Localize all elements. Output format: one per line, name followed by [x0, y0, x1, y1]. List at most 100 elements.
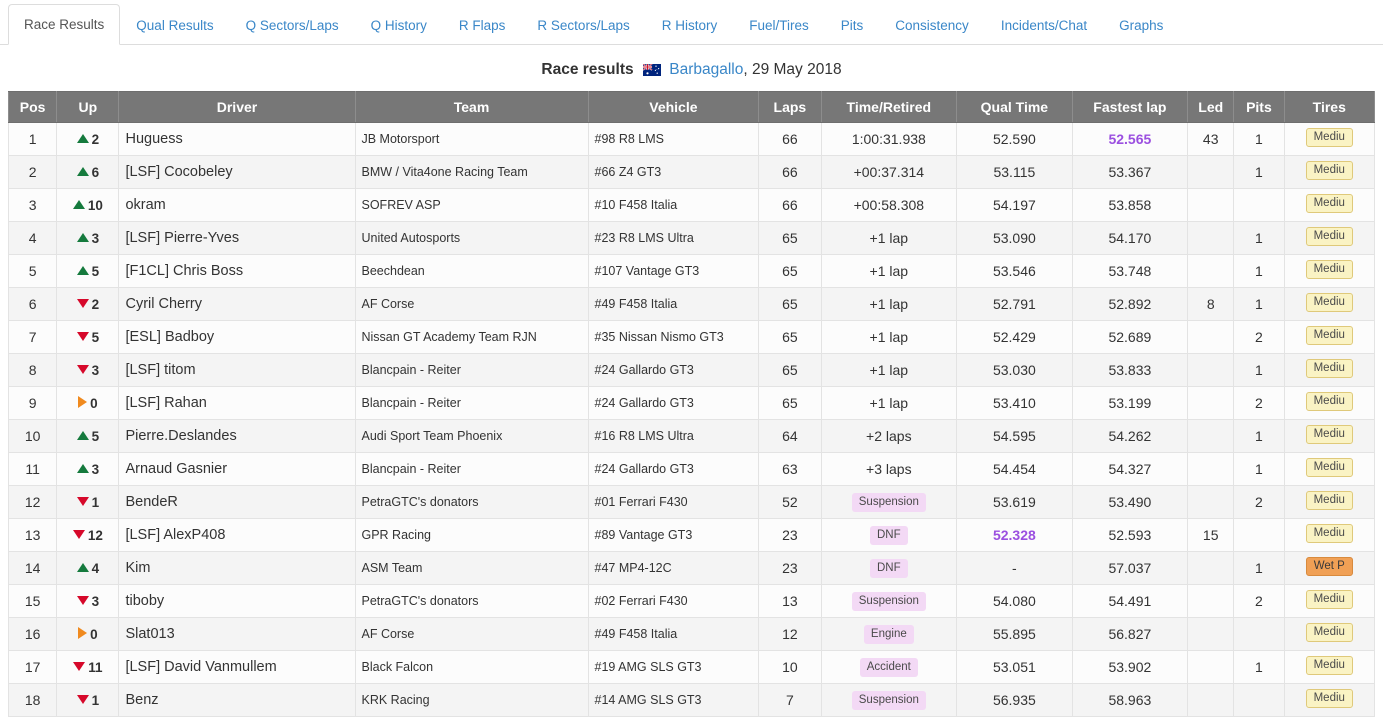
column-header-laps[interactable]: Laps [758, 91, 822, 123]
cell-position: 9 [7, 386, 58, 420]
cell-driver: [ESL] Badboy [118, 320, 356, 354]
cell-vehicle: #19 AMG SLS GT3 [587, 650, 760, 684]
table-row[interactable]: 6 2 Cyril Cherry AF Corse #49 F458 Italia 65 +… [7, 287, 1376, 321]
table-body: 1 2 Huguess JB Motorsport #98 R8 LMS 66 1:00:3… [7, 122, 1376, 717]
cell-time-retired: +1 lap [820, 254, 958, 288]
cell-laps: 10 [758, 650, 822, 684]
table-row[interactable]: 2 6 [LSF] Cocobeley BMW / Vita4one Racing T… [7, 155, 1376, 189]
cell-qual-time: 54.454 [956, 452, 1073, 486]
position-delta-value: 3 [91, 593, 100, 609]
table-row[interactable]: 5 5 [F1CL] Chris Boss Beechdean #107 Vantage… [7, 254, 1376, 288]
cell-fastest-lap: 52.593 [1071, 518, 1189, 552]
position-delta-value: 2 [91, 296, 100, 312]
cell-qual-time: - [956, 551, 1073, 585]
table-row[interactable]: 12 1 BendeR PetraGTC's donators #01 Ferrari … [7, 485, 1376, 519]
cell-position: 15 [7, 584, 58, 618]
tab-q-sectors-laps[interactable]: Q Sectors/Laps [230, 5, 355, 45]
column-header-driver[interactable]: Driver [118, 91, 356, 123]
track-link[interactable]: Barbagallo [669, 61, 743, 78]
cell-vehicle: #89 Vantage GT3 [587, 518, 760, 552]
tab-r-history[interactable]: R History [646, 5, 734, 45]
cell-team: Audi Sport Team Phoenix [354, 419, 589, 453]
cell-driver: [LSF] AlexP408 [118, 518, 356, 552]
cell-team: Beechdean [354, 254, 589, 288]
cell-position-change: 3 [56, 584, 120, 618]
cell-driver: BendeR [118, 485, 356, 519]
table-row[interactable]: 9 0 [LSF] Rahan Blancpain - Reiter #24 Galla… [7, 386, 1376, 420]
cell-vehicle: #66 Z4 GT3 [587, 155, 760, 189]
cell-position-change: 5 [56, 320, 120, 354]
cell-qual-time: 53.051 [956, 650, 1073, 684]
cell-driver: Cyril Cherry [118, 287, 356, 321]
cell-laps-led [1187, 254, 1235, 288]
tire-compound-badge: Mediu [1305, 689, 1353, 708]
tire-compound-badge: Mediu [1305, 128, 1353, 147]
cell-tires: Mediu [1283, 221, 1376, 255]
cell-fastest-lap: 58.963 [1071, 683, 1189, 717]
retirement-badge: DNF [870, 559, 908, 578]
tab-pits[interactable]: Pits [825, 5, 880, 45]
table-row[interactable]: 1 2 Huguess JB Motorsport #98 R8 LMS 66 1:00:3… [7, 122, 1376, 156]
position-delta-value: 10 [87, 197, 103, 213]
column-header-tires[interactable]: Tires [1283, 91, 1376, 123]
cell-vehicle: #47 MP4-12C [587, 551, 760, 585]
table-row[interactable]: 15 3 tiboby PetraGTC's donators #02 Ferrari … [7, 584, 1376, 618]
table-row[interactable]: 11 3 Arnaud Gasnier Blancpain - Reiter #24 G… [7, 452, 1376, 486]
column-header-led[interactable]: Led [1187, 91, 1235, 123]
cell-driver: okram [118, 188, 356, 222]
cell-driver: tiboby [118, 584, 356, 618]
position-delta-value: 11 [88, 659, 103, 675]
cell-position-change: 0 [56, 386, 120, 420]
column-header-up[interactable]: Up [56, 91, 120, 123]
cell-team: PetraGTC's donators [354, 584, 589, 618]
column-header-team[interactable]: Team [354, 91, 589, 123]
table-row[interactable]: 7 5 [ESL] Badboy Nissan GT Academy Team RJN… [7, 320, 1376, 354]
column-header-vehicle[interactable]: Vehicle [587, 91, 760, 123]
table-row[interactable]: 13 12 [LSF] AlexP408 GPR Racing #89 Vantage … [7, 518, 1376, 552]
tab-r-flaps[interactable]: R Flaps [443, 5, 522, 45]
table-row[interactable]: 14 4 Kim ASM Team #47 MP4-12C 23 DNF -57.037 1 We… [7, 551, 1376, 585]
cell-team: AF Corse [354, 287, 589, 321]
cell-tires: Mediu [1283, 320, 1376, 354]
tire-compound-badge: Mediu [1305, 194, 1353, 213]
table-row[interactable]: 18 1 Benz KRK Racing #14 AMG SLS GT3 7 Suspens… [7, 683, 1376, 717]
tab-consistency[interactable]: Consistency [879, 5, 985, 45]
tab-graphs[interactable]: Graphs [1103, 5, 1179, 45]
column-header-pos[interactable]: Pos [7, 91, 58, 123]
cell-qual-time: 52.328 [956, 518, 1073, 552]
column-header-time-retired[interactable]: Time/Retired [820, 91, 958, 123]
tab-qual-results[interactable]: Qual Results [120, 5, 229, 45]
column-header-fastest-lap[interactable]: Fastest lap [1071, 91, 1189, 123]
column-header-qual-time[interactable]: Qual Time [956, 91, 1073, 123]
column-header-pits[interactable]: Pits [1233, 91, 1285, 123]
tab-incidents-chat[interactable]: Incidents/Chat [985, 5, 1103, 45]
cell-driver: Huguess [118, 122, 356, 156]
position-delta-value: 1 [91, 494, 100, 510]
tire-compound-badge: Mediu [1305, 227, 1353, 246]
cell-laps-led [1187, 683, 1235, 717]
table-row[interactable]: 17 11 [LSF] David Vanmullem Black Falcon #19… [7, 650, 1376, 684]
cell-team: Blancpain - Reiter [354, 386, 589, 420]
position-delta-value: 0 [90, 395, 98, 411]
table-row[interactable]: 10 5 Pierre.Deslandes Audi Sport Team Phoen… [7, 419, 1376, 453]
retirement-badge: Engine [863, 625, 914, 644]
table-row[interactable]: 16 0 Slat013 AF Corse #49 F458 Italia 12 Engin… [7, 617, 1376, 651]
cell-qual-time: 53.115 [956, 155, 1073, 189]
table-row[interactable]: 8 3 [LSF] titom Blancpain - Reiter #24 Galla… [7, 353, 1376, 387]
cell-laps: 13 [758, 584, 822, 618]
arrow-down-icon [76, 331, 89, 341]
tab-q-history[interactable]: Q History [355, 5, 443, 45]
cell-position: 5 [7, 254, 58, 288]
cell-qual-time: 52.429 [956, 320, 1073, 354]
table-row[interactable]: 4 3 [LSF] Pierre-Yves United Autosports #23 … [7, 221, 1376, 255]
tab-fuel-tires[interactable]: Fuel/Tires [733, 5, 825, 45]
tab-bar: Race Results Qual Results Q Sectors/Laps Q … [0, 0, 1383, 45]
tab-race-results[interactable]: Race Results [8, 4, 121, 45]
tab-r-sectors-laps[interactable]: R Sectors/Laps [521, 5, 645, 45]
position-delta-value: 4 [91, 560, 100, 576]
cell-vehicle: #49 F458 Italia [587, 617, 760, 651]
table-row[interactable]: 3 10 okram SOFREV ASP #10 F458 Italia 66 +00:5… [7, 188, 1376, 222]
tire-compound-badge: Mediu [1305, 524, 1353, 543]
cell-tires: Mediu [1283, 155, 1376, 189]
race-date: , 29 May 2018 [743, 61, 842, 78]
